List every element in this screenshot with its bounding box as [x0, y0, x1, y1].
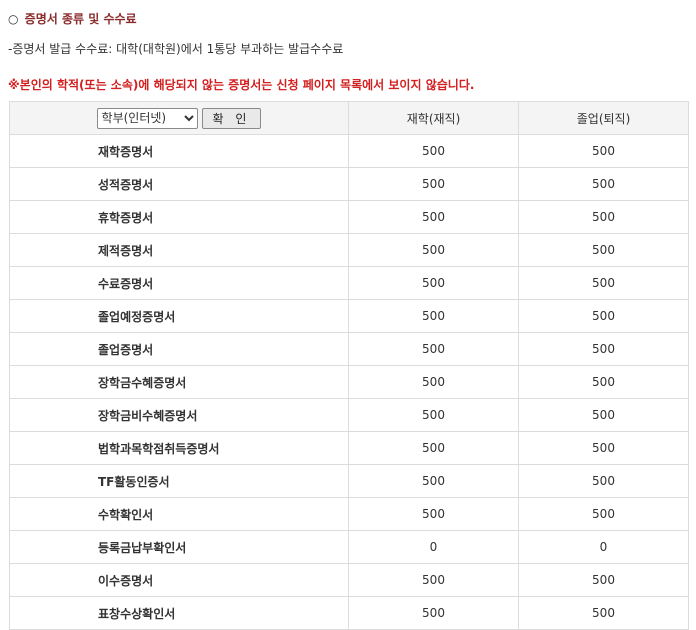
enrolled-fee-cell: 500 [348, 431, 519, 465]
enrolled-fee-cell: 500 [348, 365, 519, 399]
enrolled-fee-cell: 500 [348, 398, 519, 432]
certificate-name-cell: TF활동인증서 [9, 464, 349, 498]
section-title-text: 증명서 종류 및 수수료 [24, 12, 137, 26]
certificate-name-cell: 표창수상확인서 [9, 596, 349, 630]
enrolled-fee-cell: 500 [348, 167, 519, 201]
graduated-fee-cell: 500 [518, 464, 689, 498]
graduated-fee-cell: 0 [518, 530, 689, 564]
enrolled-fee-cell: 0 [348, 530, 519, 564]
certificate-name-cell: 졸업예정증명서 [9, 299, 349, 333]
graduated-fee-cell: 500 [518, 497, 689, 531]
certificate-name-cell: 휴학증명서 [9, 200, 349, 234]
table-row: 졸업예정증명서 500 500 [9, 299, 689, 333]
graduated-fee-cell: 500 [518, 134, 689, 168]
graduated-fee-cell: 500 [518, 398, 689, 432]
table-row: 수학확인서 500 500 [9, 497, 689, 531]
table-row: 제적증명서 500 500 [9, 233, 689, 267]
table-row: 등록금납부확인서 0 0 [9, 530, 689, 564]
graduated-fee-cell: 500 [518, 365, 689, 399]
column-header-graduated: 졸업(퇴직) [518, 101, 689, 135]
graduated-fee-cell: 500 [518, 596, 689, 630]
graduated-fee-cell: 500 [518, 299, 689, 333]
enrolled-fee-cell: 500 [348, 266, 519, 300]
filter-cell: 학부(인터넷) 확 인 [9, 101, 349, 135]
graduated-fee-cell: 500 [518, 563, 689, 597]
certificate-name-cell: 수학확인서 [9, 497, 349, 531]
certificate-name-cell: 등록금납부확인서 [9, 530, 349, 564]
fee-note: -증명서 발급 수수료: 대학(대학원)에서 1통당 부과하는 발급수수료 [8, 42, 344, 56]
graduated-fee-cell: 500 [518, 266, 689, 300]
fee-table-body: 재학증명서 500 500 성적증명서 500 500 휴학증명서 500 500 제적증명서 50… [9, 134, 689, 630]
certificate-name-cell: 졸업증명서 [9, 332, 349, 366]
table-header-row: 학부(인터넷) 확 인 재학(재직) 졸업(퇴직) [9, 101, 689, 135]
certificate-fee-section: ○ 증명서 종류 및 수수료 -증명서 발급 수수료: 대학(대학원)에서 1통… [0, 0, 696, 630]
table-row: 표창수상확인서 500 500 [9, 596, 689, 630]
graduated-fee-cell: 500 [518, 200, 689, 234]
table-row: 성적증명서 500 500 [9, 167, 689, 201]
warning-note: ※본인의 학적(또는 소속)에 해당되지 않는 증명서는 신청 페이지 목록에서… [8, 78, 475, 92]
table-row: 이수증명서 500 500 [9, 563, 689, 597]
table-row: 장학금수혜증명서 500 500 [9, 365, 689, 399]
table-row: 휴학증명서 500 500 [9, 200, 689, 234]
enrolled-fee-cell: 500 [348, 497, 519, 531]
enrolled-fee-cell: 500 [348, 134, 519, 168]
table-row: 법학과목학점취득증명서 500 500 [9, 431, 689, 465]
enrolled-fee-cell: 500 [348, 563, 519, 597]
circle-bullet-icon: ○ [8, 12, 19, 26]
course-type-select[interactable]: 학부(인터넷) [96, 107, 198, 129]
table-row: 수료증명서 500 500 [9, 266, 689, 300]
table-row: 졸업증명서 500 500 [9, 332, 689, 366]
certificate-name-cell: 성적증명서 [9, 167, 349, 201]
enrolled-fee-cell: 500 [348, 299, 519, 333]
certificate-name-cell: 장학금수혜증명서 [9, 365, 349, 399]
enrolled-fee-cell: 500 [348, 233, 519, 267]
table-row: 재학증명서 500 500 [9, 134, 689, 168]
certificate-name-cell: 법학과목학점취득증명서 [9, 431, 349, 465]
section-title: ○ 증명서 종류 및 수수료 [8, 10, 137, 27]
fee-table: 학부(인터넷) 확 인 재학(재직) 졸업(퇴직) 재학증명서 500 500 성적증… [9, 101, 689, 630]
certificate-name-cell: 이수증명서 [9, 563, 349, 597]
column-header-enrolled: 재학(재직) [348, 101, 519, 135]
certificate-name-cell: 장학금비수혜증명서 [9, 398, 349, 432]
certificate-name-cell: 수료증명서 [9, 266, 349, 300]
graduated-fee-cell: 500 [518, 332, 689, 366]
enrolled-fee-cell: 500 [348, 464, 519, 498]
confirm-button[interactable]: 확 인 [201, 107, 262, 129]
enrolled-fee-cell: 500 [348, 596, 519, 630]
enrolled-fee-cell: 500 [348, 200, 519, 234]
graduated-fee-cell: 500 [518, 233, 689, 267]
enrolled-fee-cell: 500 [348, 332, 519, 366]
table-row: TF활동인증서 500 500 [9, 464, 689, 498]
graduated-fee-cell: 500 [518, 167, 689, 201]
certificate-name-cell: 재학증명서 [9, 134, 349, 168]
graduated-fee-cell: 500 [518, 431, 689, 465]
table-row: 장학금비수혜증명서 500 500 [9, 398, 689, 432]
certificate-name-cell: 제적증명서 [9, 233, 349, 267]
